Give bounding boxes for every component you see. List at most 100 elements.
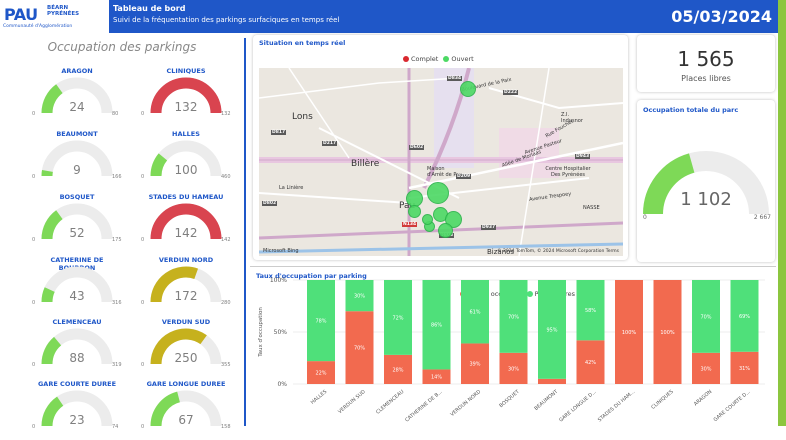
- parking-marker[interactable]: [408, 205, 421, 218]
- map-provider: Microsoft Bing: [263, 248, 299, 254]
- parking-gauge: GARE COURTE DUREE23074: [32, 380, 142, 440]
- parking-map[interactable]: Lons Billère Pau Maison d'Arrêt de Pau C…: [259, 68, 623, 256]
- x-tick-label: STADES DU HAM...: [597, 389, 637, 424]
- x-tick-label: VERDUN NORD: [449, 389, 482, 418]
- total-occupancy-title: Occupation totale du parc: [643, 106, 738, 114]
- gauge-fill: [156, 397, 179, 426]
- free-places-card: 1 565 Places libres: [637, 35, 775, 92]
- gauges-panel-title: Occupation des parkings: [0, 40, 244, 54]
- gauge-min: 0: [32, 300, 35, 306]
- legend-open-label: Ouvert: [451, 55, 473, 63]
- gauge-arc: [40, 77, 114, 115]
- y-tick-label: 50%: [274, 329, 288, 336]
- road-d602: D602: [409, 145, 424, 150]
- map-label-nasse: NASSE: [583, 205, 600, 211]
- parking-gauge: HALLES1000460: [141, 130, 251, 190]
- road-n134: N134: [402, 222, 417, 227]
- header-bar: PAU BÉARNPYRÉNÉES Communauté d'Aggloméra…: [0, 0, 778, 33]
- gauge-arc: [149, 328, 223, 366]
- parking-gauge: ARAGON24080: [32, 67, 142, 127]
- bar-label-free: 61%: [469, 310, 480, 316]
- x-tick-label: HALLES: [310, 389, 328, 406]
- gauge-fill: [47, 341, 58, 364]
- parking-gauge: STADES DU HAMEAU1420142: [141, 193, 251, 253]
- x-tick-label: CLINIQUES: [650, 389, 674, 411]
- legend-full-dot: [403, 56, 409, 62]
- gauge-name: BOSQUET: [32, 193, 122, 201]
- gauge-name: STADES DU HAMEAU: [141, 193, 231, 201]
- y-tick-label: 100%: [270, 277, 287, 284]
- bar-label-occupied: 31%: [739, 366, 750, 372]
- x-tick-label: BEAUMONT: [533, 388, 560, 412]
- logo-subtitle: Communauté d'Agglomération: [3, 24, 72, 29]
- road-d937: D937: [481, 225, 496, 230]
- bar-label-occupied: 70%: [354, 346, 365, 352]
- gauge-fill: [156, 334, 204, 364]
- x-tick-label: VERDUN SUD: [337, 389, 367, 415]
- free-places-label: Places libres: [637, 74, 775, 83]
- occupancy-bar-chart: 0%50%100%Taux d'occupation22%78%HALLES70…: [250, 270, 778, 426]
- gauge-name: VERDUN NORD: [141, 256, 231, 264]
- x-tick-label: ARAGON: [693, 389, 714, 408]
- x-tick-label: GARE LONGUE D...: [558, 389, 598, 424]
- section-divider: [250, 266, 776, 267]
- bar-label-occupied: 28%: [392, 367, 403, 373]
- parking-gauge: CLINIQUES1320132: [141, 67, 251, 127]
- gauge-arc: [149, 77, 223, 115]
- map-label-liniere: La Linière: [279, 185, 303, 191]
- total-occupancy-max: 2 667: [754, 214, 771, 221]
- gauge-arc: [149, 203, 223, 241]
- gauge-min: 0: [141, 174, 144, 180]
- gauge-track: [47, 146, 107, 176]
- gauge-fill: [47, 215, 59, 239]
- x-tick-label: GARE COURTE D...: [713, 389, 753, 424]
- x-tick-label: CATHERINE DE B...: [404, 389, 444, 424]
- gauge-fill: [156, 83, 216, 113]
- parking-gauge: VERDUN SUD2500355: [141, 318, 251, 378]
- parking-marker[interactable]: [427, 182, 449, 204]
- parking-marker[interactable]: [422, 214, 433, 225]
- parking-marker[interactable]: [438, 223, 453, 238]
- gauge-fill: [47, 89, 59, 113]
- parking-gauge: CLEMENCEAU880319: [32, 318, 142, 378]
- road-d209: D209: [456, 174, 471, 179]
- gauge-min: 0: [141, 424, 144, 430]
- map-attribution[interactable]: © 2024 TomTom, © 2024 Microsoft Corporat…: [497, 249, 619, 254]
- gauge-fill: [156, 272, 196, 302]
- gauge-fill: [156, 157, 163, 176]
- road-d222: D222: [503, 90, 518, 95]
- bar-label-free: 78%: [315, 319, 326, 325]
- total-occupancy-card: Occupation totale du parc 1 102 0 2 667: [637, 100, 775, 262]
- bar-label-free: 86%: [431, 323, 442, 329]
- gauge-arc: [149, 266, 223, 304]
- gauge-min: 0: [32, 237, 35, 243]
- road-d817: D817: [271, 130, 286, 135]
- bar-label-occupied: 39%: [469, 362, 480, 368]
- gauge-fill: [47, 401, 60, 426]
- map-label-lons: Lons: [292, 112, 313, 122]
- logo: PAU BÉARNPYRÉNÉES Communauté d'Aggloméra…: [0, 0, 109, 33]
- bar-label-free: 30%: [354, 294, 365, 300]
- total-occupancy-value: 1 102: [637, 189, 775, 210]
- logo-text: PAU: [4, 5, 38, 24]
- road-d802: D802: [262, 201, 277, 206]
- gauge-arc: [40, 203, 114, 241]
- gauge-name: BEAUMONT: [32, 130, 122, 138]
- road-d217: D217: [322, 141, 337, 146]
- parking-gauge: CATHERINE DE BOURBON430316: [32, 256, 142, 316]
- bar-label-occupied: 22%: [315, 371, 326, 377]
- gauge-fill: [47, 290, 50, 302]
- bar-label-free: 72%: [392, 315, 403, 321]
- bar-label-occupied: 42%: [585, 360, 596, 366]
- map-legend: Complet Ouvert: [403, 55, 474, 63]
- gauge-name: CLINIQUES: [141, 67, 231, 75]
- gauge-name: CLEMENCEAU: [32, 318, 122, 326]
- bar-label-free: 95%: [546, 327, 557, 333]
- bar-label-free: 70%: [700, 314, 711, 320]
- bar-label-occupied: 100%: [660, 330, 675, 336]
- parking-gauge: GARE LONGUE DUREE670158: [141, 380, 251, 440]
- parking-marker[interactable]: [460, 81, 476, 97]
- gauge-arc: [149, 140, 223, 178]
- map-label-hospital: Centre Hospitalier Des Pyrénées: [544, 166, 592, 178]
- parking-gauge: BOSQUET520175: [32, 193, 142, 253]
